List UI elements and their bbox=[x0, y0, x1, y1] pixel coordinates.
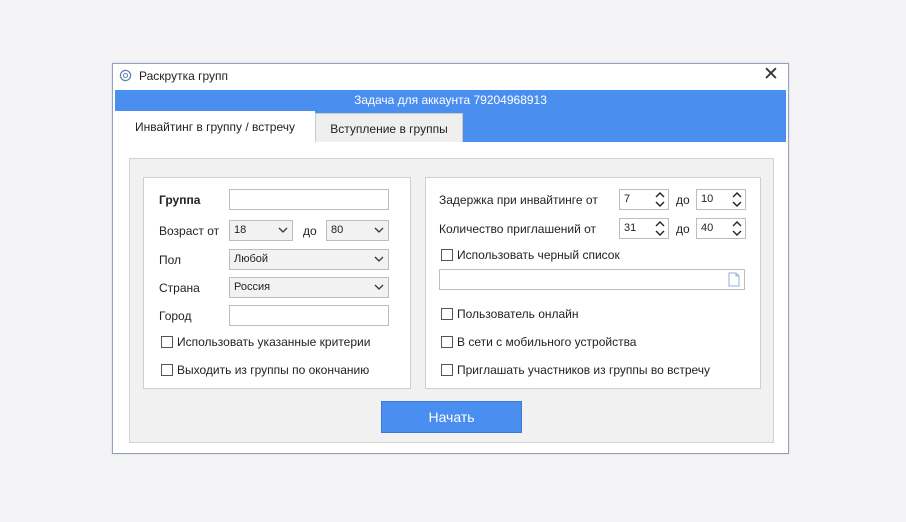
blacklist-file-input[interactable] bbox=[439, 269, 745, 290]
gear-icon bbox=[119, 69, 132, 82]
checkbox-box[interactable] bbox=[441, 336, 453, 348]
sex-select[interactable]: Любой bbox=[229, 249, 389, 270]
start-button[interactable]: Начать bbox=[381, 401, 522, 433]
title-bar: Раскрутка групп ✕ bbox=[113, 64, 788, 89]
delay-to-label: до bbox=[676, 193, 690, 207]
checkbox-box[interactable] bbox=[441, 249, 453, 261]
mobile-online-checkbox[interactable]: В сети с мобильного устройства bbox=[441, 335, 636, 349]
use-criteria-checkbox[interactable]: Использовать указанные критерии bbox=[161, 335, 370, 349]
user-online-checkbox[interactable]: Пользователь онлайн bbox=[441, 307, 579, 321]
invite-settings-panel: Задержка при инвайтинге от 7 до 10 Колич… bbox=[425, 177, 761, 389]
invites-to-label: до bbox=[676, 222, 690, 236]
tab-join-groups[interactable]: Вступление в группы bbox=[315, 113, 463, 142]
checkbox-box[interactable] bbox=[441, 364, 453, 376]
spinner-arrows-icon[interactable] bbox=[732, 220, 742, 237]
city-label: Город bbox=[159, 309, 192, 323]
main-window: Раскрутка групп ✕ Задача для аккаунта 79… bbox=[112, 63, 789, 454]
criteria-panel: Группа Возраст от 18 до 80 Пол Любой Стр… bbox=[143, 177, 411, 389]
group-input[interactable] bbox=[229, 189, 389, 210]
invite-members-checkbox[interactable]: Приглашать участников из группы во встре… bbox=[441, 363, 710, 377]
file-icon[interactable] bbox=[728, 272, 740, 287]
tab-inviting[interactable]: Инвайтинг в группу / встречу bbox=[115, 111, 315, 142]
checkbox-box[interactable] bbox=[441, 308, 453, 320]
chevron-down-icon bbox=[374, 284, 384, 290]
country-select[interactable]: Россия bbox=[229, 277, 389, 298]
tab-bar: Инвайтинг в группу / встречу Вступление … bbox=[115, 111, 786, 142]
window-title: Раскрутка групп bbox=[139, 69, 228, 83]
spinner-arrows-icon[interactable] bbox=[655, 220, 665, 237]
leave-group-checkbox[interactable]: Выходить из группы по окончанию bbox=[161, 363, 369, 377]
task-banner: Задача для аккаунта 79204968913 bbox=[115, 90, 786, 111]
city-input[interactable] bbox=[229, 305, 389, 326]
close-icon[interactable]: ✕ bbox=[762, 65, 780, 84]
chevron-down-icon bbox=[278, 227, 288, 233]
chevron-down-icon bbox=[374, 227, 384, 233]
invites-from-spinner[interactable]: 31 bbox=[619, 218, 669, 239]
checkbox-box[interactable] bbox=[161, 364, 173, 376]
use-blacklist-checkbox[interactable]: Использовать черный список bbox=[441, 248, 620, 262]
age-from-select[interactable]: 18 bbox=[229, 220, 293, 241]
country-label: Страна bbox=[159, 281, 200, 295]
age-to-select[interactable]: 80 bbox=[326, 220, 389, 241]
sex-label: Пол bbox=[159, 253, 182, 267]
checkbox-box[interactable] bbox=[161, 336, 173, 348]
invites-label: Количество приглашений от bbox=[439, 222, 597, 236]
invites-to-spinner[interactable]: 40 bbox=[696, 218, 746, 239]
group-label: Группа bbox=[159, 193, 201, 207]
chevron-down-icon bbox=[374, 256, 384, 262]
delay-label: Задержка при инвайтинге от bbox=[439, 193, 598, 207]
age-label: Возраст от bbox=[159, 224, 220, 238]
age-to-label: до bbox=[303, 224, 317, 238]
spinner-arrows-icon[interactable] bbox=[732, 191, 742, 208]
spinner-arrows-icon[interactable] bbox=[655, 191, 665, 208]
delay-from-spinner[interactable]: 7 bbox=[619, 189, 669, 210]
delay-to-spinner[interactable]: 10 bbox=[696, 189, 746, 210]
